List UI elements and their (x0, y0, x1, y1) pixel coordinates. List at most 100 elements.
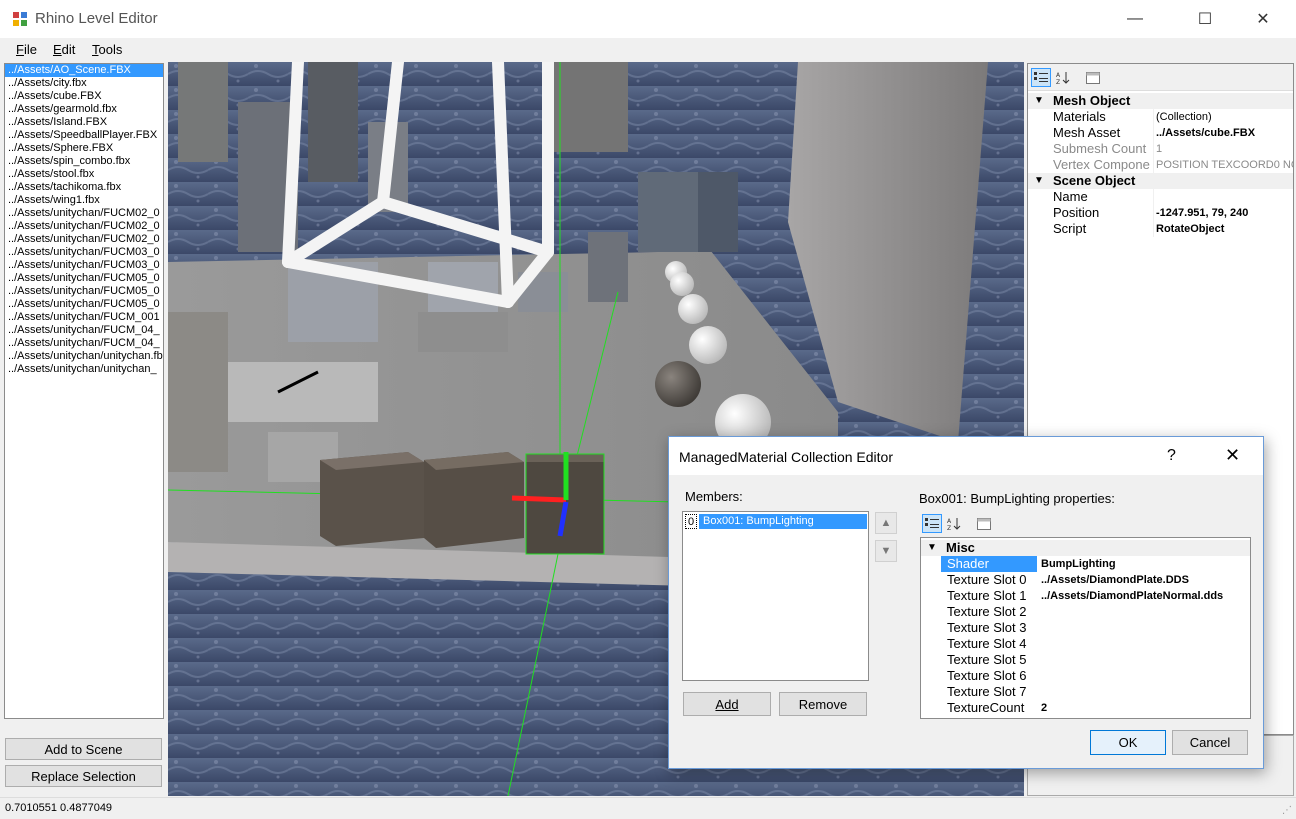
asset-list-item[interactable]: ../Assets/unitychan/FUCM05_0 (5, 285, 163, 298)
property-value[interactable]: 1 (1156, 141, 1293, 157)
asset-list-item[interactable]: ../Assets/Sphere.FBX (5, 142, 163, 155)
maximize-button[interactable]: ☐ (1182, 0, 1228, 38)
property-pages-icon[interactable] (1083, 68, 1103, 87)
property-value[interactable]: ../Assets/DiamondPlateNormal.dds (1041, 588, 1250, 604)
asset-list-item[interactable]: ../Assets/unitychan/FUCM_04_ (5, 337, 163, 350)
category-label: Misc (946, 540, 975, 555)
dialog-property-toolbar: AZ (920, 512, 1251, 536)
asset-list-item[interactable]: ../Assets/AO_Scene.FBX (5, 64, 163, 77)
property-name: Texture Slot 0 (947, 572, 1027, 587)
menu-file[interactable]: File (16, 42, 37, 57)
property-category[interactable]: ▼ Scene Object (1028, 173, 1293, 189)
asset-list-item[interactable]: ../Assets/spin_combo.fbx (5, 155, 163, 168)
property-row[interactable]: Submesh Count 1 (1028, 141, 1293, 157)
dialog-property-row[interactable]: Texture Slot 3 (921, 620, 1250, 636)
property-pages-icon[interactable] (974, 514, 994, 533)
property-grid-toolbar: AZ (1028, 64, 1293, 91)
resize-grip-icon[interactable]: ⋰ (1282, 805, 1292, 816)
dialog-property-row[interactable]: Texture Slot 5 (921, 652, 1250, 668)
asset-list-item[interactable]: ../Assets/stool.fbx (5, 168, 163, 181)
asset-list-item[interactable]: ../Assets/unitychan/FUCM_04_ (5, 324, 163, 337)
dialog-close-icon[interactable]: ✕ (1225, 445, 1240, 466)
property-name: Texture Slot 6 (947, 668, 1027, 683)
asset-list-item[interactable]: ../Assets/cube.FBX (5, 90, 163, 103)
asset-list-item[interactable]: ../Assets/unitychan/FUCM02_0 (5, 233, 163, 246)
property-row[interactable]: Vertex Compone POSITION TEXCOORD0 NO (1028, 157, 1293, 173)
svg-text:A: A (1056, 72, 1061, 79)
property-row[interactable]: Script RotateObject (1028, 221, 1293, 237)
asset-list-item[interactable]: ../Assets/unitychan/FUCM05_0 (5, 298, 163, 311)
dialog-property-row[interactable]: Shader BumpLighting (921, 556, 1250, 572)
asset-list-item[interactable]: ../Assets/unitychan/FUCM_001 (5, 311, 163, 324)
cancel-button[interactable]: Cancel (1172, 730, 1248, 755)
app-icon (13, 12, 27, 26)
status-coordinates: 0.7010551 0.4877049 (5, 802, 113, 814)
asset-list-item[interactable]: ../Assets/wing1.fbx (5, 194, 163, 207)
property-row[interactable]: Position -1247.951, 79, 240 (1028, 205, 1293, 221)
dialog-property-row[interactable]: Texture Slot 2 (921, 604, 1250, 620)
property-row[interactable]: Name (1028, 189, 1293, 205)
asset-list-item[interactable]: ../Assets/SpeedballPlayer.FBX (5, 129, 163, 142)
property-row[interactable]: Materials (Collection) (1028, 109, 1293, 125)
menu-tools[interactable]: Tools (92, 42, 122, 57)
asset-list-item[interactable]: ../Assets/unitychan/FUCM02_0 (5, 220, 163, 233)
dialog-title: ManagedMaterial Collection Editor (679, 449, 893, 465)
asset-list-item[interactable]: ../Assets/unitychan/unitychan_ (5, 363, 163, 376)
collapse-chevron-icon[interactable]: ▼ (927, 540, 937, 556)
dialog-property-row[interactable]: Texture Slot 7 (921, 684, 1250, 700)
asset-list-item[interactable]: ../Assets/unitychan/FUCM02_0 (5, 207, 163, 220)
move-up-icon[interactable]: ▲ (875, 512, 897, 534)
menu-edit[interactable]: Edit (53, 42, 75, 57)
property-value[interactable]: ../Assets/cube.FBX (1156, 125, 1293, 141)
member-index: 0 (685, 514, 697, 529)
categorized-view-icon[interactable] (1031, 68, 1051, 87)
collapse-chevron-icon[interactable]: ▼ (1034, 173, 1044, 189)
remove-member-button[interactable]: Remove (779, 692, 867, 716)
dialog-property-grid[interactable]: ▼ Misc Shader BumpLighting Texture Slot 0 ../… (920, 537, 1251, 719)
replace-selection-button[interactable]: Replace Selection (5, 765, 162, 787)
property-value[interactable]: (Collection) (1156, 109, 1293, 125)
asset-list-item[interactable]: ../Assets/unitychan/FUCM05_0 (5, 272, 163, 285)
asset-list-item[interactable]: ../Assets/gearmold.fbx (5, 103, 163, 116)
alphabetical-sort-icon[interactable]: AZ (944, 514, 964, 533)
ok-button[interactable]: OK (1090, 730, 1166, 755)
property-value[interactable]: RotateObject (1156, 221, 1293, 237)
dialog-property-row[interactable]: Texture Slot 4 (921, 636, 1250, 652)
add-to-scene-button[interactable]: Add to Scene (5, 738, 162, 760)
asset-list-item[interactable]: ../Assets/unitychan/unitychan.fb (5, 350, 163, 363)
asset-list-item[interactable]: ../Assets/Island.FBX (5, 116, 163, 129)
property-value[interactable]: ../Assets/DiamondPlate.DDS (1041, 572, 1250, 588)
add-member-button[interactable]: Add (683, 692, 771, 716)
alphabetical-sort-icon[interactable]: AZ (1053, 68, 1073, 87)
property-value[interactable]: 2 (1041, 700, 1250, 716)
dialog-help-button[interactable]: ? (1167, 447, 1176, 465)
categorized-view-icon[interactable] (922, 514, 942, 533)
property-name: Materials (1053, 109, 1106, 124)
property-category[interactable]: ▼ Mesh Object (1028, 93, 1293, 109)
asset-list-item[interactable]: ../Assets/city.fbx (5, 77, 163, 90)
member-item[interactable]: 0 Box001: BumpLighting (684, 514, 867, 529)
asset-list-item[interactable]: ../Assets/tachikoma.fbx (5, 181, 163, 194)
asset-list-item[interactable]: ../Assets/unitychan/FUCM03_0 (5, 246, 163, 259)
dialog-property-row[interactable]: TextureCount 2 (921, 700, 1250, 716)
property-value[interactable]: -1247.951, 79, 240 (1156, 205, 1293, 221)
property-value[interactable]: POSITION TEXCOORD0 NO (1156, 157, 1293, 173)
asset-list[interactable]: ../Assets/AO_Scene.FBX ../Assets/city.fbx… (4, 63, 164, 719)
menu-bar: File Edit Tools (0, 38, 1296, 62)
collapse-chevron-icon[interactable]: ▼ (1034, 93, 1044, 109)
dialog-property-row[interactable]: Texture Slot 6 (921, 668, 1250, 684)
property-name: Vertex Compone (1053, 157, 1150, 172)
property-row[interactable]: Mesh Asset ../Assets/cube.FBX (1028, 125, 1293, 141)
asset-list-item[interactable]: ../Assets/unitychan/FUCM03_0 (5, 259, 163, 272)
property-value[interactable]: BumpLighting (1041, 556, 1250, 572)
minimize-button[interactable]: — (1112, 0, 1158, 38)
close-button[interactable]: ✕ (1240, 0, 1286, 38)
property-category[interactable]: ▼ Misc (921, 540, 1250, 556)
dialog-property-row[interactable]: Texture Slot 1 ../Assets/DiamondPlateNorm… (921, 588, 1250, 604)
maximize-icon: ☐ (1197, 11, 1213, 28)
property-name: Texture Slot 7 (947, 684, 1027, 699)
members-list[interactable]: 0 Box001: BumpLighting (682, 511, 869, 681)
dialog-property-row[interactable]: Texture Slot 0 ../Assets/DiamondPlate.DDS (921, 572, 1250, 588)
move-down-icon[interactable]: ▼ (875, 540, 897, 562)
property-name: Texture Slot 5 (947, 652, 1027, 667)
